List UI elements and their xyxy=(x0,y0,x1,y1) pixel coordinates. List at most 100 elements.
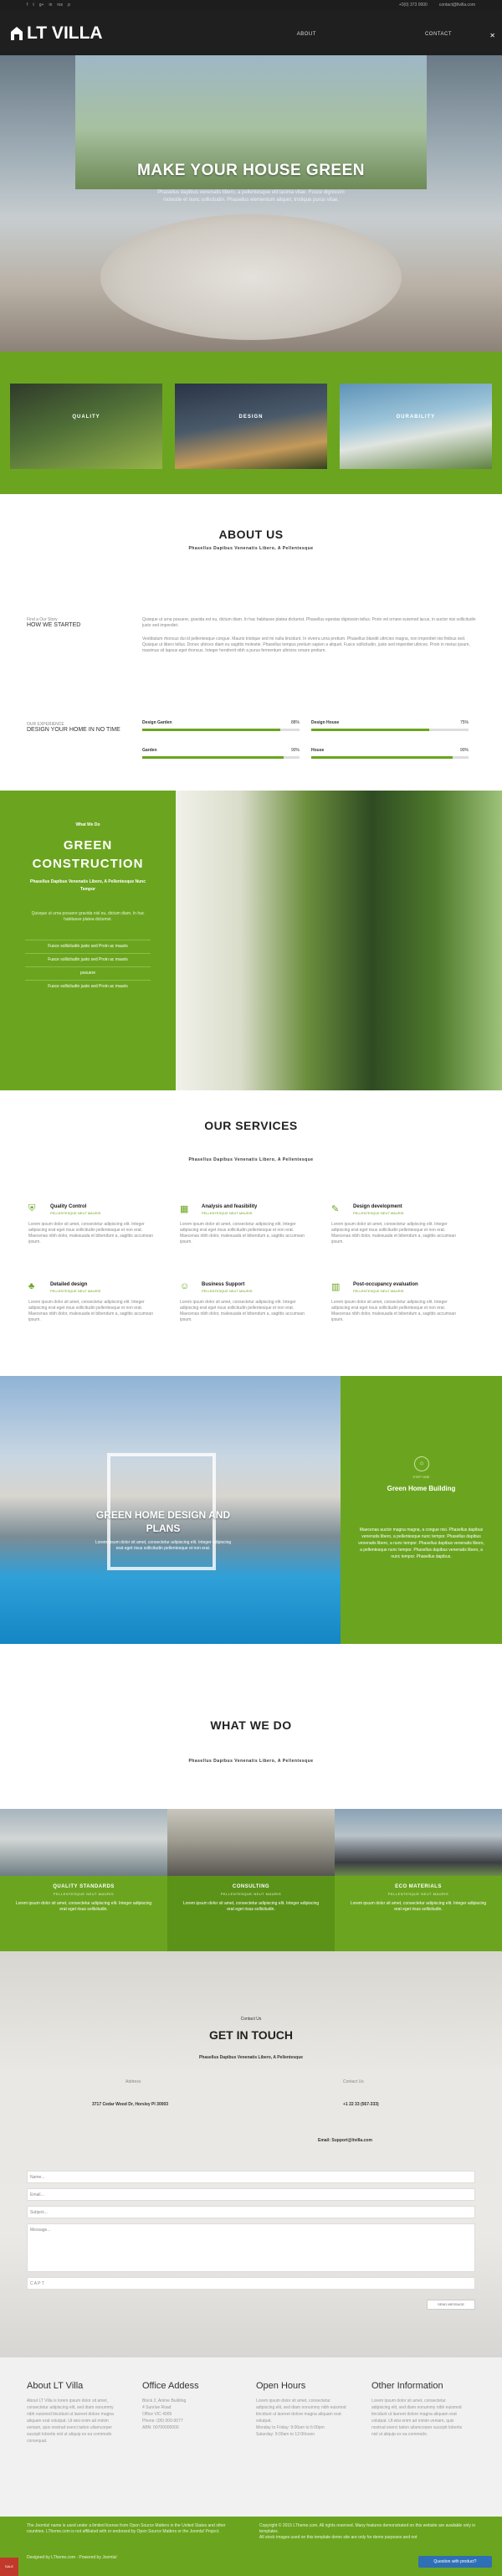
email-link[interactable]: contact@ltvilla.com xyxy=(439,3,475,8)
wwd-title: WHAT WE DO xyxy=(210,1718,292,1732)
service-title: Business Support xyxy=(202,1282,245,1287)
service-item: ▥ Post-occupancy evaluation PELLENTESQUE… xyxy=(331,1281,474,1348)
nav-about[interactable]: ABOUT xyxy=(297,32,316,37)
corner-badge[interactable]: SALE xyxy=(0,2558,18,2576)
service-subtitle: PELLENTESQUE NEUT MAURIS xyxy=(50,1289,101,1293)
search-icon[interactable]: ✕ xyxy=(489,32,495,39)
feature-quality[interactable]: QUALITY xyxy=(10,384,162,469)
step-label: STEP ONE xyxy=(412,1475,430,1479)
service-subtitle: PELLENTESQUE NEUT MAURIS xyxy=(202,1211,253,1215)
skill-fill xyxy=(142,756,284,759)
site-header: LT VILLA ABOUT CONTACT ✕ xyxy=(0,10,502,55)
chat-button[interactable]: Question with product? xyxy=(418,2556,492,2568)
gc-title: GREEN CONSTRUCTION xyxy=(32,838,144,871)
skill-percent: 90% xyxy=(459,748,469,753)
copyright-text: Copyright © 2015 LTheme.com. All rights … xyxy=(259,2523,476,2540)
email-text[interactable]: Email: Support@ltvilla.com xyxy=(318,2138,372,2143)
pool-title: GREEN HOME DESIGN AND PLANS xyxy=(95,1509,231,1534)
contact-section: Contact Us GET IN TOUCH Phasellus Dapibu… xyxy=(0,1951,502,2357)
card-desc: Lorem ipsum dolor sit amet, consectetur … xyxy=(15,1901,152,1912)
site-logo[interactable]: LT VILLA xyxy=(10,23,103,44)
gc-link[interactable]: Fusce sollicitudin justo sed Proin ac ma… xyxy=(25,980,151,989)
google-plus-icon[interactable]: g+ xyxy=(39,3,44,8)
feature-image xyxy=(175,384,327,469)
captcha-field[interactable]: C A P T xyxy=(27,2277,475,2290)
feature-design[interactable]: DESIGN xyxy=(175,384,327,469)
about-paragraph-1: Quisque ut urna posuere, gravida est eu,… xyxy=(142,617,476,628)
pool-side-panel: ⌂ STEP ONE Green Home Building Maecenas … xyxy=(341,1376,502,1644)
service-item: ⛨ Quality Control PELLENTESQUE NEUT MAUR… xyxy=(28,1203,171,1270)
card-title: ECO MATERIALS xyxy=(395,1884,442,1889)
skill-percent: 75% xyxy=(459,720,469,725)
contact-small: Contact Us xyxy=(240,2017,262,2022)
name-field[interactable]: Name... xyxy=(27,2171,475,2183)
linkedin-icon[interactable]: in xyxy=(49,3,52,8)
feature-label: QUALITY xyxy=(72,415,100,420)
card-subtitle: PELLENTESQUE NEUT MAURIS xyxy=(220,1892,282,1896)
pool-text: Lorem ipsum dolor sit amet, consectetur … xyxy=(95,1540,232,1551)
skill-bar: House 90% xyxy=(311,748,469,759)
credit-text[interactable]: Designed by LTheme.com · Powered by Joom… xyxy=(27,2555,244,2561)
feature-label: DESIGN xyxy=(238,415,264,420)
email-field[interactable]: Email... xyxy=(27,2188,475,2201)
message-field[interactable]: Message... xyxy=(27,2223,475,2272)
skill-fill xyxy=(142,729,281,731)
wwd-card[interactable]: CONSULTING PELLENTESQUE NEUT MAURIS Lore… xyxy=(167,1809,335,1951)
nav-contact[interactable]: CONTACT xyxy=(425,32,452,37)
pinterest-icon[interactable]: p xyxy=(68,3,70,8)
facebook-icon[interactable]: f xyxy=(27,3,28,8)
service-desc: Lorem ipsum dolor sit amet, consectetur … xyxy=(180,1222,305,1244)
service-subtitle: PELLENTESQUE NEUT MAURIS xyxy=(353,1289,404,1293)
address-label: Address xyxy=(126,2079,141,2084)
card-image xyxy=(167,1809,335,1876)
service-desc: Lorem ipsum dolor sit amet, consectetur … xyxy=(331,1222,456,1244)
card-body: ECO MATERIALS PELLENTESQUE NEUT MAURIS L… xyxy=(335,1876,502,1951)
contact-subtitle: Phasellus Dapibus Venenatis Libero, A Pe… xyxy=(198,2055,304,2060)
wwd-card[interactable]: ECO MATERIALS PELLENTESQUE NEUT MAURIS L… xyxy=(335,1809,502,1951)
service-item: ▦ Analysis and feasibility PELLENTESQUE … xyxy=(180,1203,322,1270)
social-links: f t g+ in rss p xyxy=(27,3,70,8)
about-paragraph-2: Vestibulum rhoncus dui id pellentesque c… xyxy=(142,636,470,653)
phone-text: +0(0) 373 0000 xyxy=(398,3,428,8)
card-subtitle: PELLENTESQUE NEUT MAURIS xyxy=(53,1892,115,1896)
subject-field[interactable]: Subject... xyxy=(27,2206,475,2218)
service-desc: Lorem ipsum dolor sit amet, consectetur … xyxy=(28,1300,153,1322)
wwd-card[interactable]: QUALITY STANDARDS PELLENTESQUE NEUT MAUR… xyxy=(0,1809,167,1951)
story-heading: HOW WE STARTED xyxy=(27,622,81,628)
step-heading: Green Home Building xyxy=(387,1485,456,1492)
service-item: ✎ Design development PELLENTESQUE NEUT M… xyxy=(331,1203,474,1270)
about-subtitle: Phasellus Dapibus Venenatis Libero, A Pe… xyxy=(188,546,314,551)
footer-other-text: Lorem ipsum dolor sit amet, consectetur … xyxy=(371,2398,463,2437)
home-icon: ⌂ xyxy=(414,1456,429,1471)
footer-hours-text: Lorem ipsum dolor sit amet, consectetur … xyxy=(256,2398,346,2437)
skill-name: Garden xyxy=(142,748,157,753)
service-title: Quality Control xyxy=(50,1204,87,1209)
gc-link[interactable]: Fusce sollicitudin justo sed Proin ac ma… xyxy=(25,953,151,962)
bottom-bar: The Joomla! name is used under a limited… xyxy=(0,2517,502,2576)
services-title: OUR SERVICES xyxy=(204,1119,298,1132)
skill-bar: Design Garden 88% xyxy=(142,720,300,731)
skill-name: House xyxy=(311,748,325,753)
service-item: ☺ Business Support PELLENTESQUE NEUT MAU… xyxy=(180,1281,322,1348)
card-body: CONSULTING PELLENTESQUE NEUT MAURIS Lore… xyxy=(167,1876,335,1951)
card-subtitle: PELLENTESQUE NEUT MAURIS xyxy=(387,1892,449,1896)
gc-link[interactable]: posuere xyxy=(25,966,151,976)
rss-icon[interactable]: rss xyxy=(57,3,63,8)
send-button[interactable]: SEND MESSAGE xyxy=(427,2300,475,2310)
footer-hours: Open Hours Lorem ipsum dolor sit amet, c… xyxy=(256,2381,348,2438)
address-text: 3717 Cedar Wood Dr, Horsley Pl 30003 xyxy=(92,2102,169,2107)
feature-durability[interactable]: DURABILITY xyxy=(340,384,492,469)
footer-office: Office Addess Block 2, Anime Building 4 … xyxy=(142,2381,234,2431)
feature-image xyxy=(340,384,492,469)
card-title: CONSULTING xyxy=(232,1884,270,1889)
service-title: Analysis and feasibility xyxy=(202,1204,258,1209)
logo-text: LT VILLA xyxy=(27,23,103,43)
contact-title: GET IN TOUCH xyxy=(208,2028,294,2042)
footer-about-text: About LT Villa is lorem ipsum dolor sit … xyxy=(27,2398,114,2444)
gc-link[interactable]: Fusce sollicitudin justo sed Proin ac ma… xyxy=(25,940,151,949)
card-title: QUALITY STANDARDS xyxy=(53,1884,115,1889)
footer-other-title: Other Information xyxy=(371,2381,443,2391)
services-subtitle: Phasellus Dapibus Venenatis Libero, A Pe… xyxy=(188,1157,314,1162)
feature-label: DURABILITY xyxy=(396,415,436,420)
skill-fill xyxy=(311,756,453,759)
